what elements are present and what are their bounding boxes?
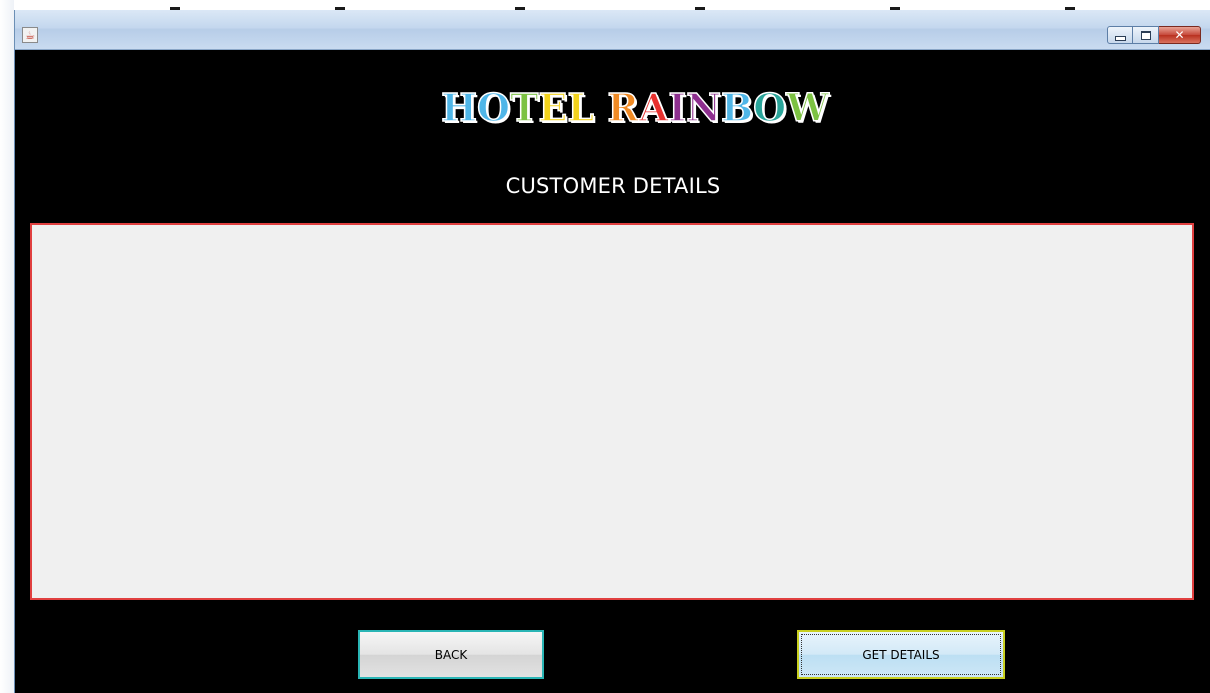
- logo-letter: L: [567, 84, 595, 131]
- logo-letter: O: [476, 84, 511, 131]
- application-window: ☕ ✕ HOTEL RAINBOW CUSTOMER DETAILS BACK …: [14, 10, 1210, 693]
- close-button[interactable]: ✕: [1159, 26, 1201, 44]
- get-details-button[interactable]: GET DETAILS: [797, 630, 1005, 679]
- desktop-top-strip: [0, 0, 1210, 10]
- minimize-button[interactable]: [1107, 26, 1133, 44]
- page-title: CUSTOMER DETAILS: [505, 174, 721, 198]
- title-bar[interactable]: ☕ ✕: [15, 10, 1210, 50]
- logo-letter: T: [509, 84, 539, 131]
- hotel-rainbow-logo: HOTEL RAINBOW: [435, 82, 835, 132]
- minimize-icon: [1114, 35, 1126, 41]
- logo-letter: W: [785, 84, 829, 131]
- logo-letter: O: [752, 84, 787, 131]
- window-controls: ✕: [1107, 26, 1201, 44]
- logo-letter: A: [638, 84, 669, 131]
- maximize-button[interactable]: [1133, 26, 1159, 44]
- desktop-background: [0, 0, 14, 693]
- logo-letter: B: [720, 84, 754, 131]
- logo-letter: I: [668, 84, 687, 131]
- logo-letter: E: [538, 84, 568, 131]
- logo-letter: H: [440, 84, 478, 131]
- close-icon: ✕: [1174, 28, 1185, 42]
- logo-letter: [594, 85, 607, 130]
- back-button[interactable]: BACK: [358, 630, 544, 679]
- customer-details-area[interactable]: [30, 223, 1194, 600]
- maximize-icon: [1140, 30, 1151, 40]
- logo-letter: N: [685, 84, 721, 131]
- logo-letter: R: [607, 84, 640, 131]
- java-coffee-icon[interactable]: ☕: [22, 27, 38, 43]
